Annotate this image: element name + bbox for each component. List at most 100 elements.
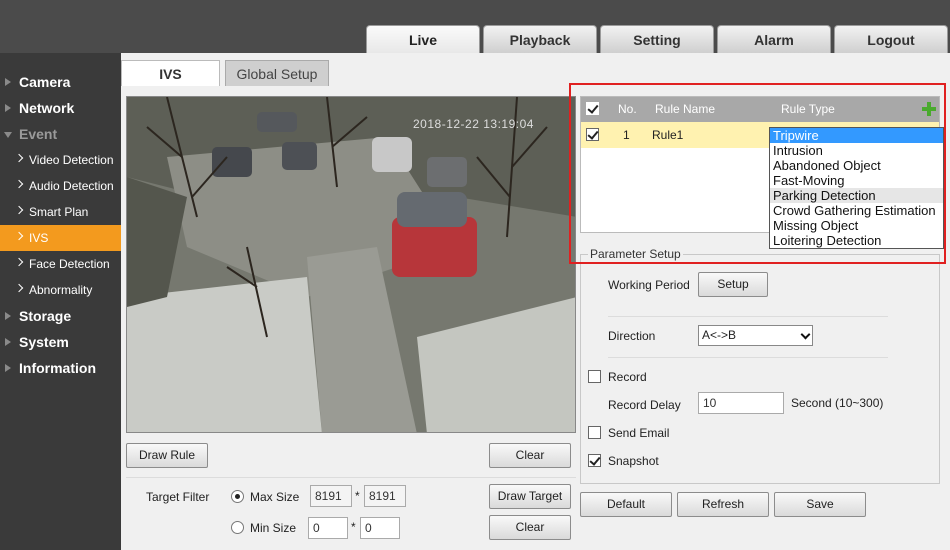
snapshot-label: Snapshot xyxy=(608,454,659,468)
option-loitering-detection[interactable]: Loitering Detection xyxy=(770,233,943,248)
sidebar-item-camera[interactable]: Camera xyxy=(0,69,121,95)
sidebar-item-label: Face Detection xyxy=(29,257,110,271)
collapsed-arrow-icon xyxy=(5,338,11,346)
sidebar-item-label: Network xyxy=(19,100,75,116)
draw-rule-button[interactable]: Draw Rule xyxy=(126,443,208,468)
chevron-right-icon xyxy=(14,257,24,267)
chevron-right-icon xyxy=(14,179,24,189)
chevron-down-icon xyxy=(800,329,811,340)
option-fast-moving[interactable]: Fast-Moving xyxy=(770,173,943,188)
tab-global-setup[interactable]: Global Setup xyxy=(225,60,329,86)
sidebar-item-information[interactable]: Information xyxy=(0,355,121,381)
default-button[interactable]: Default xyxy=(580,492,672,517)
times-sign: * xyxy=(355,489,360,503)
collapsed-arrow-icon xyxy=(5,364,11,372)
divider xyxy=(608,316,888,317)
setup-button[interactable]: Setup xyxy=(698,272,768,297)
option-intrusion[interactable]: Intrusion xyxy=(770,143,943,158)
header-rule-type: Rule Type xyxy=(781,102,835,116)
sidebar-item-ivs[interactable]: IVS xyxy=(0,225,121,251)
min-height-input[interactable]: 0 xyxy=(360,517,400,539)
header-no: No. xyxy=(618,102,637,116)
send-email-label: Send Email xyxy=(608,426,670,440)
header-rule-name: Rule Name xyxy=(655,102,716,116)
max-width-input[interactable]: 8191 xyxy=(310,485,352,507)
sidebar-item-label: Audio Detection xyxy=(29,179,114,193)
option-tripwire[interactable]: Tripwire xyxy=(770,128,943,143)
chevron-right-icon xyxy=(14,153,24,163)
select-all-checkbox[interactable] xyxy=(586,102,599,115)
expanded-arrow-icon xyxy=(4,132,12,138)
collapsed-arrow-icon xyxy=(5,104,11,112)
sidebar-item-label: Video Detection xyxy=(29,153,114,167)
sidebar-item-label: Storage xyxy=(19,308,72,324)
clear-button[interactable]: Clear xyxy=(489,443,571,468)
working-period-label: Working Period xyxy=(608,278,690,292)
rule-no: 1 xyxy=(623,128,630,142)
parameter-setup-legend: Parameter Setup xyxy=(588,247,683,261)
sidebar-item-label: Camera xyxy=(19,74,71,90)
target-filter-label: Target Filter xyxy=(146,490,210,504)
direction-value: A<->B xyxy=(702,328,737,342)
option-crowd-gathering[interactable]: Crowd Gathering Estimation xyxy=(770,203,943,218)
max-height-input[interactable]: 8191 xyxy=(364,485,406,507)
sidebar-item-video-detection[interactable]: Video Detection xyxy=(0,147,121,173)
sidebar-item-label: IVS xyxy=(29,231,49,245)
rule-type-dropdown[interactable]: Tripwire Intrusion Abandoned Object Fast… xyxy=(769,127,944,249)
min-width-input[interactable]: 0 xyxy=(308,517,348,539)
times-sign: * xyxy=(351,520,356,534)
sidebar-item-label: Information xyxy=(19,360,96,376)
video-timestamp: 2018-12-22 13:19:04 xyxy=(413,117,534,131)
draw-target-button[interactable]: Draw Target xyxy=(489,484,571,509)
direction-select[interactable]: A<->B xyxy=(698,325,813,346)
sidebar-item-label: Smart Plan xyxy=(29,205,89,219)
tab-playback[interactable]: Playback xyxy=(483,25,597,53)
tab-alarm[interactable]: Alarm xyxy=(717,25,831,53)
snapshot-checkbox[interactable] xyxy=(588,454,601,467)
collapsed-arrow-icon xyxy=(5,312,11,320)
sidebar-item-network[interactable]: Network xyxy=(0,95,121,121)
second-range-hint: Second (10~300) xyxy=(791,396,884,410)
send-email-checkbox[interactable] xyxy=(588,426,601,439)
record-delay-input[interactable]: 10 xyxy=(698,392,784,414)
option-abandoned-object[interactable]: Abandoned Object xyxy=(770,158,943,173)
save-button[interactable]: Save xyxy=(774,492,866,517)
sidebar-item-smart-plan[interactable]: Smart Plan xyxy=(0,199,121,225)
sidebar-item-label: Event xyxy=(19,126,58,142)
chevron-right-icon xyxy=(14,283,24,293)
collapsed-arrow-icon xyxy=(5,78,11,86)
max-size-label: Max Size xyxy=(250,490,300,504)
record-delay-label: Record Delay xyxy=(608,398,681,412)
clear-target-button[interactable]: Clear xyxy=(489,515,571,540)
sidebar-item-label: Abnormality xyxy=(29,283,93,297)
rule-table-header: No. Rule Name Rule Type xyxy=(581,97,939,122)
min-size-radio[interactable] xyxy=(231,521,244,534)
tab-ivs[interactable]: IVS xyxy=(121,60,220,86)
chevron-right-icon xyxy=(14,231,24,241)
sidebar-item-storage[interactable]: Storage xyxy=(0,303,121,329)
divider xyxy=(608,357,888,358)
sidebar-item-system[interactable]: System xyxy=(0,329,121,355)
record-checkbox[interactable] xyxy=(588,370,601,383)
video-preview[interactable] xyxy=(126,96,576,433)
tab-live[interactable]: Live xyxy=(366,25,480,53)
add-rule-icon[interactable] xyxy=(922,102,936,116)
sidebar-item-face-detection[interactable]: Face Detection xyxy=(0,251,121,277)
record-label: Record xyxy=(608,370,647,384)
rule-name: Rule1 xyxy=(652,128,684,142)
tab-setting[interactable]: Setting xyxy=(600,25,714,53)
divider xyxy=(126,477,576,478)
refresh-button[interactable]: Refresh xyxy=(677,492,769,517)
min-size-label: Min Size xyxy=(250,521,297,535)
tab-logout[interactable]: Logout xyxy=(834,25,948,53)
camera-scene-image xyxy=(127,97,575,432)
max-size-radio[interactable] xyxy=(231,490,244,503)
option-missing-object[interactable]: Missing Object xyxy=(770,218,943,233)
sidebar-item-label: System xyxy=(19,334,69,350)
direction-label: Direction xyxy=(608,329,656,343)
sidebar-item-event[interactable]: Event xyxy=(0,121,121,147)
sidebar-item-abnormality[interactable]: Abnormality xyxy=(0,277,121,303)
rule-enable-checkbox[interactable] xyxy=(586,128,599,141)
option-parking-detection[interactable]: Parking Detection xyxy=(770,188,943,203)
sidebar-item-audio-detection[interactable]: Audio Detection xyxy=(0,173,121,199)
